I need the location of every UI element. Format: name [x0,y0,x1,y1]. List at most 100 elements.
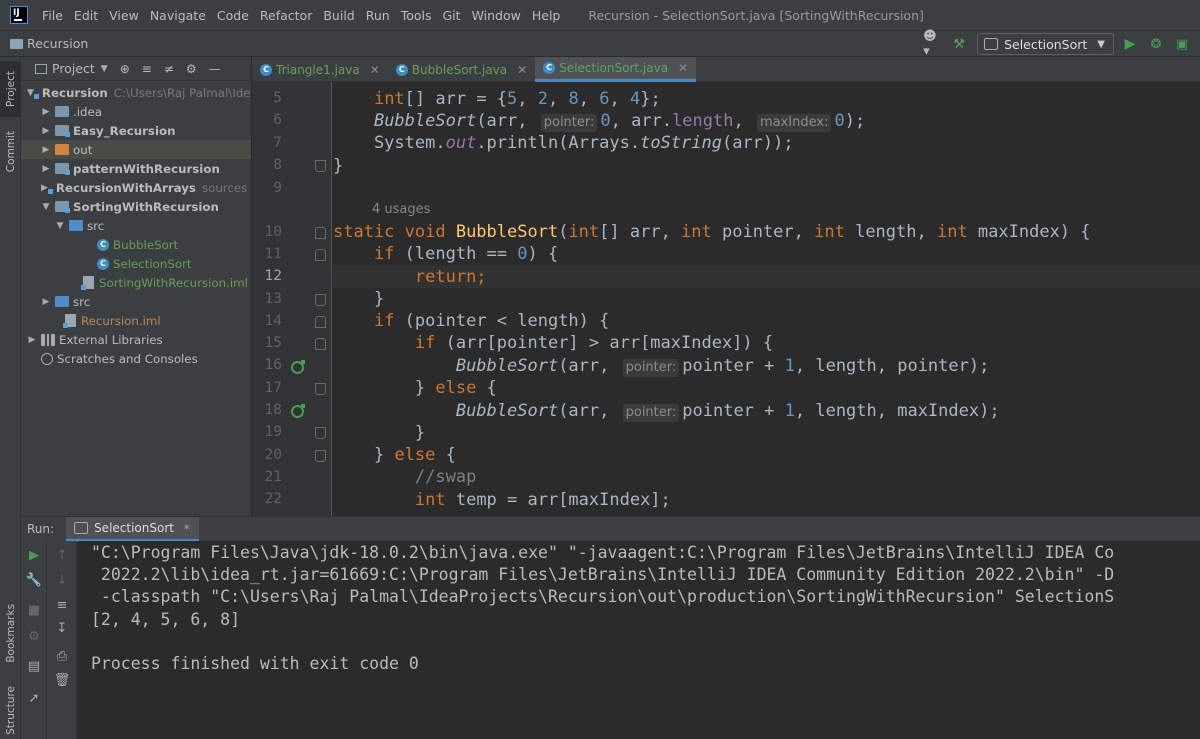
layout-icon[interactable]: ▤ [21,659,47,674]
chevron-right-icon[interactable]: ▶ [41,164,51,174]
stop-icon[interactable]: ■ [21,603,47,618]
tool-tab-commit[interactable]: Commit [0,127,21,177]
pin-icon[interactable]: ✶ [182,521,191,534]
minimize-icon[interactable]: — [209,62,221,76]
run-icon[interactable]: ▶ [1120,34,1140,54]
chevron-down-icon[interactable]: ▼ [27,88,34,98]
dump-threads-icon[interactable]: ⚙ [21,629,47,644]
debug-icon[interactable]: ❂ [1146,34,1166,54]
chevron-right-icon[interactable]: ▶ [41,107,51,117]
fold-start-icon[interactable] [315,316,326,328]
pin-tab-icon[interactable]: ➚ [21,691,47,706]
tree-item-idea[interactable]: ▶ .idea [21,102,251,121]
menu-run[interactable]: Run [366,8,390,23]
tree-item-recursionwitharrays[interactable]: ▶ RecursionWithArrays sources ro [21,178,251,197]
chevron-down-icon[interactable]: ▼ [55,221,65,231]
fold-start-icon[interactable] [315,249,326,261]
code-line: //swap [414,467,477,487]
menu-code[interactable]: Code [217,8,249,23]
project-panel-header: Project ▼ ⊕ ≡ ≠ ⚙ — [21,57,251,81]
code-line: BubbleSort(arr, pointer: pointer + 1, len… [455,401,1000,422]
fold-mark-icon[interactable] [315,450,326,462]
tree-item-easy-recursion[interactable]: ▶ Easy_Recursion [21,121,251,140]
tree-item-patternwithrecursion[interactable]: ▶ patternWithRecursion [21,159,251,178]
menu-tools[interactable]: Tools [401,8,432,23]
project-panel-title[interactable]: Project [52,61,95,76]
more-actions-icon[interactable]: ▣ [1172,34,1192,54]
code-line: } [333,289,385,309]
intellij-logo-icon[interactable]: IJ [10,6,28,24]
library-icon [41,333,55,346]
collapse-all-icon[interactable]: ≠ [164,62,174,76]
tree-item-selectionsort[interactable]: C SelectionSort [21,254,251,273]
menu-refactor[interactable]: Refactor [260,8,312,23]
fold-start-icon[interactable] [315,227,326,239]
console-output[interactable]: "C:\Program Files\Java\jdk-18.0.2\bin\ja… [78,541,1200,739]
tree-item-src-root[interactable]: ▶ src [21,292,251,311]
gear-icon[interactable]: ⚙ [186,62,197,76]
tab-triangle1[interactable]: C Triangle1.java ✕ [252,57,388,82]
arrow-up-icon[interactable]: ↑ [47,548,77,563]
chevron-right-icon[interactable]: ▶ [41,183,48,193]
fold-end-icon[interactable] [315,427,326,439]
user-icon[interactable]: ☻▾ [923,29,943,59]
tab-bubblesort[interactable]: C BubbleSort.java ✕ [388,57,535,82]
window-title: Recursion - SelectionSort.java [SortingW… [588,7,924,23]
chevron-right-icon[interactable]: ▶ [27,335,37,345]
chevron-right-icon[interactable]: ▶ [41,145,51,155]
usages-hint[interactable]: 4 usages [372,202,430,217]
menu-build[interactable]: Build [323,8,354,23]
menu-git[interactable]: Git [443,8,461,23]
close-icon[interactable]: ✕ [517,63,527,77]
fold-mark-icon[interactable] [315,383,326,395]
chevron-right-icon[interactable]: ▶ [41,126,51,136]
tree-item-scratches[interactable]: Scratches and Consoles [21,349,251,368]
line-number: 17 [264,380,282,396]
menu-edit[interactable]: Edit [74,8,98,23]
locate-icon[interactable]: ⊕ [120,62,130,76]
run-config-select[interactable]: SelectionSort ▼ [977,33,1114,55]
rerun-icon[interactable]: ▶ [21,548,47,563]
wrench-icon[interactable]: 🔧 [21,573,47,588]
tree-item-sortingwithrecursion-iml[interactable]: SortingWithRecursion.iml [21,273,251,292]
fold-end-icon[interactable] [315,160,326,172]
java-class-icon: C [260,63,272,76]
line-number: 19 [264,424,282,440]
menu-navigate[interactable]: Navigate [150,8,206,23]
tree-item-out[interactable]: ▶ out [21,140,251,159]
code-line: } [333,156,344,176]
tree-item-recursion[interactable]: ▼ Recursion C:\Users\Raj Palmal\IdeaPr [21,83,251,102]
trash-icon[interactable]: 🗑 [47,673,77,688]
soft-wrap-icon[interactable]: ≡ [47,598,77,613]
build-hammer-icon[interactable]: ⚒ [949,34,969,54]
tool-tab-structure[interactable]: Structure [0,685,21,735]
module-folder-icon [55,125,70,137]
close-icon[interactable]: ✕ [678,61,688,75]
code-line: BubbleSort(arr, pointer: 0, arr.length, m… [373,111,866,132]
scroll-to-end-icon[interactable]: ↧ [47,621,77,636]
tree-item-sortingwithrecursion[interactable]: ▼ SortingWithRecursion [21,197,251,216]
menu-help[interactable]: Help [532,8,561,23]
tab-selectionsort[interactable]: C SelectionSort.java ✕ [535,57,697,82]
fold-end-icon[interactable] [315,294,326,306]
tool-tab-project[interactable]: Project [0,61,21,117]
expand-all-icon[interactable]: ≡ [142,62,152,76]
print-icon[interactable]: ⎙ [47,649,77,664]
menu-window[interactable]: Window [472,8,521,23]
chevron-right-icon[interactable]: ▶ [41,297,51,307]
menu-file[interactable]: File [42,8,63,23]
tree-item-bubblesort[interactable]: C BubbleSort [21,235,251,254]
tool-tab-bookmarks[interactable]: Bookmarks [0,597,21,669]
tree-item-recursion-iml[interactable]: Recursion.iml [21,311,251,330]
tree-item-src[interactable]: ▼ src [21,216,251,235]
close-icon[interactable]: ✕ [370,63,380,77]
menu-view[interactable]: View [109,8,139,23]
chevron-down-icon[interactable]: ▼ [101,64,108,74]
code-editor[interactable]: int[] arr = {5, 2, 8, 6, 4}; BubbleSort(… [333,82,1200,516]
tree-item-external-libraries[interactable]: ▶ External Libraries [21,330,251,349]
fold-start-icon[interactable] [315,338,326,350]
breadcrumb[interactable]: Recursion [27,36,88,51]
arrow-down-icon[interactable]: ↓ [47,573,77,588]
run-tab-selectionsort[interactable]: SelectionSort ✶ [66,516,200,542]
chevron-down-icon[interactable]: ▼ [41,202,51,212]
